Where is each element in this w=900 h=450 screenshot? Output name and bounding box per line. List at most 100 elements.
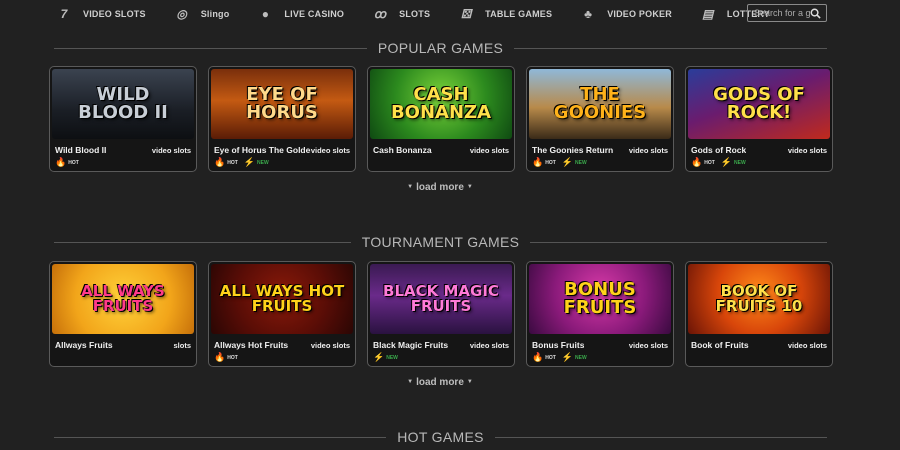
lightning-icon: ⚡ [373, 352, 385, 362]
game-name: Allways Hot Fruits [214, 340, 289, 350]
badge-label: HOT [227, 159, 238, 166]
game-type: video slots [469, 145, 509, 155]
search-box [747, 4, 827, 22]
new-badge: ⚡ NEW [721, 157, 746, 168]
badge-label: NEW [386, 354, 398, 361]
game-logo-text: BLACK MAGIC FRUITS [383, 282, 499, 315]
section-header-popular: POPULAR GAMES [54, 38, 828, 58]
new-badge: ⚡ NEW [562, 352, 587, 363]
load-more-popular[interactable]: ▼ load more ▼ [0, 182, 880, 193]
game-thumbnail[interactable]: THE GOONIES [529, 69, 671, 139]
nav-item-video-slots[interactable]: 7 VIDEO SLOTS [54, 7, 146, 21]
game-card[interactable]: EYE OF HORUS Eye of Horus The Golden Tabl… [208, 66, 356, 172]
game-name: Wild Blood II [55, 145, 107, 155]
badge-label: HOT [227, 354, 238, 361]
game-card[interactable]: ALL WAYS HOT FRUITS Allways Hot Fruits vid… [208, 261, 356, 367]
game-thumbnail[interactable]: ALL WAYS HOT FRUITS [211, 264, 353, 334]
game-meta: The Goonies Return video slots [532, 145, 668, 155]
game-logo-text: BONUS FRUITS [563, 279, 637, 318]
lightning-icon: ⚡ [561, 157, 573, 167]
game-type: video slots [310, 340, 350, 350]
game-logo-text: THE GOONIES [553, 84, 647, 123]
lightning-icon: ⚡ [561, 352, 573, 362]
nav-item-video-poker[interactable]: ♣ VIDEO POKER [578, 7, 672, 21]
game-thumbnail[interactable]: CASH BONANZA [370, 69, 512, 139]
777-icon: 7 [60, 6, 68, 21]
game-card[interactable]: CASH BONANZA Cash Bonanza video slots [367, 66, 515, 172]
flame-icon: 🔥 [214, 157, 226, 167]
game-meta: Gods of Rock video slots [691, 145, 827, 155]
game-logo-text: CASH BONANZA [390, 84, 492, 123]
new-badge: ⚡ NEW [373, 352, 398, 363]
game-logo-text: ALL WAYS FRUITS [81, 282, 165, 315]
game-meta: Book of Fruits video slots [691, 340, 827, 350]
game-badges: 🔥 HOT ⚡ NEW [532, 352, 593, 363]
game-card[interactable]: ALL WAYS FRUITS Allways Fruits slots [49, 261, 197, 367]
game-meta: Wild Blood II video slots [55, 145, 191, 155]
divider [54, 436, 387, 438]
nav-item-live-casino[interactable]: ● LIVE CASINO [255, 7, 344, 21]
badge-label: HOT [704, 159, 715, 166]
game-card[interactable]: WILD BLOOD II Wild Blood II video slots 🔥 HO… [49, 66, 197, 172]
flame-icon: 🔥 [532, 157, 544, 167]
game-card[interactable]: GODS OF ROCK! Gods of Rock video slots 🔥 HOT… [685, 66, 833, 172]
game-meta: Eye of Horus The Golden Tabletvideo slot… [214, 145, 350, 155]
game-type: video slots [469, 340, 509, 350]
game-meta: Allways Fruits slots [55, 340, 191, 350]
game-card[interactable]: BONUS FRUITS Bonus Fruits video slots 🔥 HOT ⚡… [526, 261, 674, 367]
new-badge: ⚡ NEW [244, 157, 269, 168]
section-title: TOURNAMENT GAMES [361, 234, 520, 250]
game-badges: 🔥 HOT ⚡ NEW [214, 157, 275, 168]
game-card[interactable]: BLACK MAGIC FRUITS Black Magic Fruits vide… [367, 261, 515, 367]
flame-icon: 🔥 [55, 157, 67, 167]
hot-badge: 🔥 HOT [55, 157, 79, 168]
game-name: Allways Fruits [55, 340, 113, 350]
nav-item-slingo[interactable]: ◎ Slingo [172, 7, 230, 21]
game-card[interactable]: THE GOONIES The Goonies Return video slots… [526, 66, 674, 172]
game-logo-text: WILD BLOOD II [78, 84, 168, 123]
section-title: HOT GAMES [397, 429, 484, 445]
flame-icon: 🔥 [214, 352, 226, 362]
search-input[interactable] [754, 8, 810, 18]
load-more-label: load more [416, 182, 464, 193]
game-thumbnail[interactable]: BOOK OF FRUITS 10 [688, 264, 830, 334]
hot-badge: 🔥 HOT [532, 157, 556, 168]
badge-label: NEW [257, 159, 269, 166]
search-icon[interactable] [810, 8, 821, 19]
flame-icon: 🔥 [691, 157, 703, 167]
game-type: video slots [628, 145, 668, 155]
nav-label: VIDEO POKER [607, 8, 672, 19]
game-badges: 🔥 HOT [55, 157, 85, 168]
game-thumbnail[interactable]: BLACK MAGIC FRUITS [370, 264, 512, 334]
game-logo-text: GODS OF ROCK! [713, 84, 805, 123]
game-logo-text: EYE OF HORUS [246, 84, 318, 123]
lightning-icon: ⚡ [720, 157, 732, 167]
game-thumbnail[interactable]: GODS OF ROCK! [688, 69, 830, 139]
nav-label: LIVE CASINO [284, 8, 345, 19]
divider [514, 47, 828, 49]
game-badges: 🔥 HOT ⚡ NEW [532, 157, 593, 168]
game-name: Gods of Rock [691, 145, 747, 155]
dice-icon: ⚄ [460, 6, 472, 21]
hot-badge: 🔥 HOT [214, 352, 238, 363]
load-more-tournament[interactable]: ▼ load more ▼ [0, 377, 880, 388]
game-name: The Goonies Return [532, 145, 614, 155]
game-thumbnail[interactable]: WILD BLOOD II [52, 69, 194, 139]
game-thumbnail[interactable]: BONUS FRUITS [529, 264, 671, 334]
game-name: Black Magic Fruits [373, 340, 449, 350]
game-logo-text: BOOK OF FRUITS 10 [715, 282, 803, 315]
game-badges: ⚡ NEW [373, 352, 404, 363]
game-card[interactable]: BOOK OF FRUITS 10 Book of Fruits video slo… [685, 261, 833, 367]
game-type: video slots [787, 145, 827, 155]
divider [54, 47, 367, 49]
game-type: video slots [787, 340, 827, 350]
section-header-hot: HOT GAMES [54, 427, 827, 447]
nav-label: TABLE GAMES [485, 8, 553, 19]
nav-item-table-games[interactable]: ⚄ TABLE GAMES [456, 7, 552, 21]
game-meta: Cash Bonanza video slots [373, 145, 509, 155]
lightning-icon: ⚡ [243, 157, 255, 167]
nav-item-slots[interactable]: ꝏ SLOTS [370, 7, 430, 21]
game-thumbnail[interactable]: EYE OF HORUS [211, 69, 353, 139]
hot-badge: 🔥 HOT [532, 352, 556, 363]
game-thumbnail[interactable]: ALL WAYS FRUITS [52, 264, 194, 334]
